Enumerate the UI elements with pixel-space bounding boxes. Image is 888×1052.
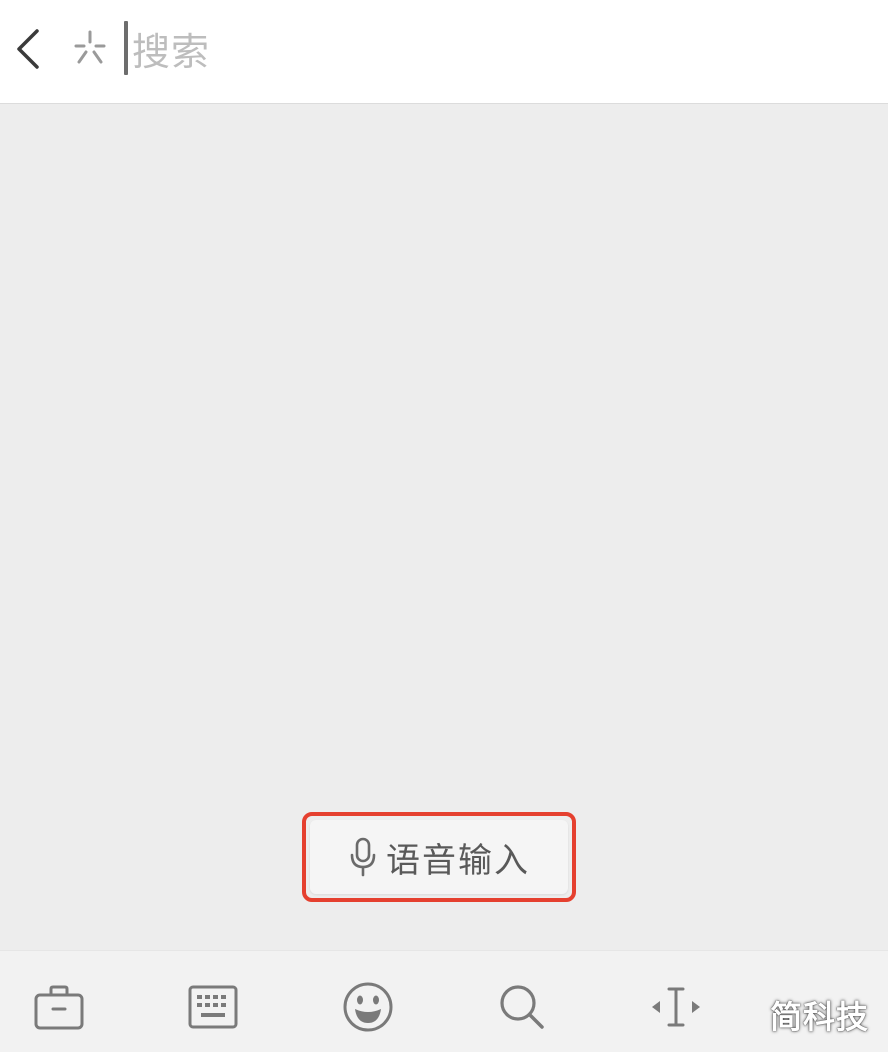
search-tool-button[interactable] — [494, 979, 550, 1035]
spark-icon — [70, 28, 110, 68]
toolbox-button[interactable] — [31, 979, 87, 1035]
keyboard-toolbar — [0, 950, 888, 1052]
voice-input-button[interactable]: 语音输入 — [310, 820, 568, 894]
watermark: 简科技 — [770, 998, 870, 1036]
emoji-button[interactable] — [340, 979, 396, 1035]
keyboard-button[interactable] — [185, 979, 241, 1035]
cursor-move-button[interactable] — [648, 979, 704, 1035]
voice-input-label: 语音输入 — [386, 840, 530, 881]
cursor-move-icon — [652, 987, 700, 1027]
search-header: 搜索 — [0, 0, 888, 104]
search-placeholder: 搜索 — [132, 29, 211, 74]
back-button[interactable] — [6, 24, 50, 74]
search-icon — [500, 985, 544, 1029]
emoji-icon — [343, 982, 393, 1032]
text-caret — [124, 21, 128, 75]
microphone-icon — [350, 837, 376, 877]
search-input[interactable]: 搜索 — [124, 18, 854, 78]
keyboard-icon — [188, 985, 238, 1029]
back-chevron-icon — [17, 29, 39, 69]
toolbox-icon — [34, 985, 84, 1030]
